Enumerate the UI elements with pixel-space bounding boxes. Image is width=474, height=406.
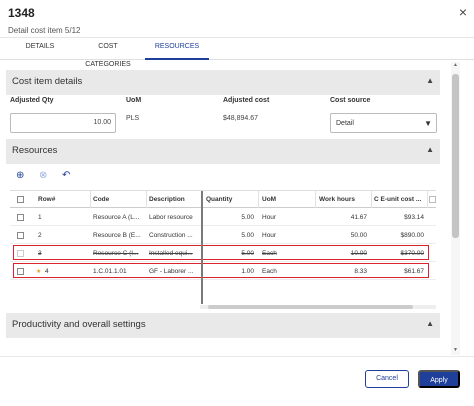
chevron-up-icon[interactable]: ▲: [426, 76, 434, 85]
scrollbar-thumb[interactable]: [452, 74, 459, 238]
col-divider: [315, 191, 316, 208]
cost-item-details-header[interactable]: Cost item details ▲: [6, 70, 440, 95]
cell-quantity: 5.00: [241, 250, 254, 257]
table-row[interactable]: 1 Resource A (L... Labor resource 5.00 H…: [10, 209, 436, 226]
cell-unit-cost: $93.14: [404, 214, 424, 221]
col-divider: [371, 191, 372, 208]
cell-unit-cost: $370.00: [400, 250, 425, 257]
cell-work-hours: 41.67: [350, 214, 367, 221]
cell-description: Construction ...: [149, 232, 193, 239]
tab-resources[interactable]: RESOURCES: [145, 38, 209, 60]
row-checkbox[interactable]: [17, 232, 24, 239]
cell-quantity: 1.00: [241, 268, 254, 275]
cell-unit-cost: $61.67: [404, 268, 424, 275]
scroll-up-arrow-icon[interactable]: ▲: [451, 62, 460, 70]
dialog-subtitle: Detail cost item 5/12: [8, 26, 81, 35]
grid-horizontal-scrollbar[interactable]: [200, 305, 436, 309]
cell-row: 3: [38, 250, 42, 257]
cell-row: 1: [38, 214, 42, 221]
dialog-title: 1348: [8, 6, 35, 20]
table-row[interactable]: 2 Resource B (E... Construction ... 5.00…: [10, 227, 436, 244]
resources-grid: Row# Code Description Quantity UoM Work …: [10, 190, 436, 304]
cell-unit-cost: $890.00: [400, 232, 425, 239]
cost-source-value: Detail: [336, 120, 354, 127]
row-checkbox[interactable]: [17, 268, 24, 275]
add-circle-icon[interactable]: ⊕: [16, 170, 24, 181]
dialog-content: Cost item details ▲ Adjusted Qty UoM Adj…: [0, 62, 474, 355]
cell-code: 1.C.01.1.01: [93, 268, 127, 275]
dialog-footer: Cancel Apply: [0, 356, 474, 406]
remove-circle-icon[interactable]: ⊗: [39, 170, 47, 181]
cost-source-select[interactable]: Detail ▼: [330, 113, 437, 133]
cell-code: Resource A (L...: [93, 214, 140, 221]
undo-icon[interactable]: ↶: [62, 170, 70, 181]
chevron-up-icon[interactable]: ▲: [426, 145, 434, 154]
col-row[interactable]: Row#: [38, 196, 55, 203]
col-quantity[interactable]: Quantity: [206, 196, 232, 203]
col-uom[interactable]: UoM: [262, 196, 276, 203]
col-unit-cost[interactable]: C E-unit cost ...: [374, 196, 426, 203]
cell-quantity: 5.00: [241, 232, 254, 239]
cell-uom: Each: [262, 250, 277, 257]
col-code[interactable]: Code: [93, 196, 109, 203]
close-icon[interactable]: ×: [459, 4, 467, 20]
cell-row: 4: [45, 268, 49, 275]
cell-description: Installed equi...: [149, 250, 193, 257]
apply-button[interactable]: Apply: [418, 370, 460, 388]
cell-uom: Hour: [262, 214, 277, 221]
col-description[interactable]: Description: [149, 196, 185, 203]
adjusted-qty-input[interactable]: 10.00: [10, 113, 116, 133]
cell-uom: Each: [262, 268, 277, 275]
uom-value: PLS: [126, 115, 140, 122]
cell-work-hours: 50.00: [350, 232, 367, 239]
frozen-column-divider[interactable]: [201, 191, 203, 304]
select-all-checkbox[interactable]: [17, 196, 24, 203]
content-vertical-scrollbar[interactable]: ▲ ▼: [451, 62, 460, 355]
section-title: Cost item details: [12, 76, 83, 87]
col-divider: [90, 191, 91, 208]
table-row[interactable]: ★ 4 1.C.01.1.01 GF - Laborer ... 1.00 Ea…: [10, 263, 436, 280]
cell-description: GF - Laborer ...: [149, 268, 194, 275]
resources-header[interactable]: Resources ▲: [6, 139, 440, 164]
col-work-hours[interactable]: Work hours: [319, 196, 355, 203]
cell-code: Resource B (E...: [93, 232, 141, 239]
table-row[interactable]: 3 Resource C (I... Installed equi... 5.0…: [10, 245, 436, 262]
cell-code: Resource C (I...: [93, 250, 139, 257]
grid-header: Row# Code Description Quantity UoM Work …: [10, 191, 436, 208]
row-checkbox[interactable]: [17, 214, 24, 221]
section-title: Resources: [12, 145, 58, 156]
tab-details[interactable]: DETAILS: [22, 38, 58, 60]
adjusted-cost-label: Adjusted cost: [223, 97, 270, 104]
section-title: Productivity and overall settings: [12, 319, 146, 330]
cell-row: 2: [38, 232, 42, 239]
uom-label: UoM: [126, 97, 142, 104]
scrollbar-thumb[interactable]: [208, 305, 413, 309]
cell-description: Labor resource: [149, 214, 193, 221]
tab-bar: DETAILS COST CATEGORIES RESOURCES: [0, 38, 474, 68]
column-chooser-icon[interactable]: [429, 196, 436, 203]
dialog-header: 1348 Detail cost item 5/12 ×: [0, 0, 474, 38]
chevron-up-icon[interactable]: ▲: [426, 319, 434, 328]
caret-down-icon: ▼: [424, 119, 432, 128]
cell-work-hours: 10.00: [350, 250, 367, 257]
row-checkbox[interactable]: [17, 250, 24, 257]
productivity-header[interactable]: Productivity and overall settings ▲: [6, 313, 440, 338]
tab-cost-categories[interactable]: COST CATEGORIES: [76, 38, 140, 68]
adjusted-qty-label: Adjusted Qty: [10, 97, 54, 104]
cell-work-hours: 8.33: [354, 268, 367, 275]
scroll-down-arrow-icon[interactable]: ▼: [451, 347, 460, 355]
cell-quantity: 5.00: [241, 214, 254, 221]
col-divider: [258, 191, 259, 208]
star-icon: ★: [36, 269, 42, 275]
cancel-button[interactable]: Cancel: [365, 370, 409, 388]
col-divider: [146, 191, 147, 208]
cell-uom: Hour: [262, 232, 277, 239]
col-divider: [427, 191, 428, 208]
cost-source-label: Cost source: [330, 97, 371, 104]
adjusted-cost-value: $48,894.67: [223, 115, 259, 122]
